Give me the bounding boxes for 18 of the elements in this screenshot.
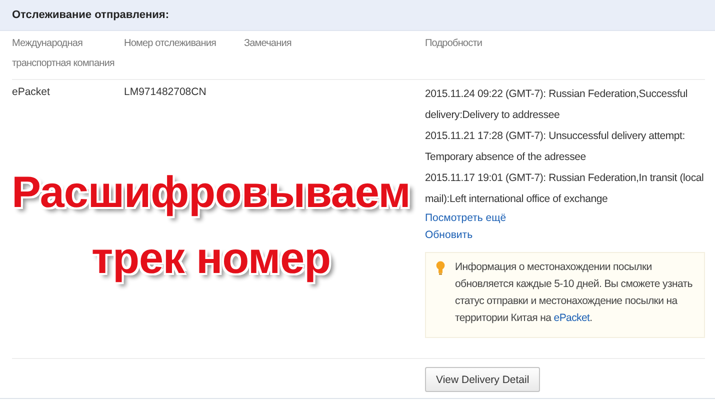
tracking-event: 2015.11.21 17:28 (GMT-7): Unsuccessful delivery attempt: Temporary absence of the adressee xyxy=(425,129,686,165)
column-header: Замечания xyxy=(244,38,292,49)
column-header: Подробности xyxy=(425,38,482,49)
tracking-event: 2015.11.17 19:01 (GMT-7): Russian Federation,In transit (local mail):Left international office of exchange xyxy=(425,171,705,207)
panel-title: Отслеживание отправления: xyxy=(12,9,169,21)
overlay-heading: трек номер xyxy=(92,233,330,285)
notice-text: Информация о местонахождении посылки обновляется каждые 5-10 дней. Вы сможете узнать статус отправки и местонахождение посылки на территории Китая на ePacket. xyxy=(455,260,694,326)
lightbulb-icon xyxy=(436,261,445,275)
tracking-number-cell: LM971482708CN xyxy=(124,86,206,98)
column-header: Номер отслеживания xyxy=(124,38,216,49)
view-delivery-detail-button[interactable]: View Delivery Detail xyxy=(425,367,540,392)
details-link[interactable]: Посмотреть ещё xyxy=(425,210,506,227)
overlay-heading: Расшифровываем xyxy=(12,167,410,219)
tracking-event: 2015.11.24 09:22 (GMT-7): Russian Federation,Successful delivery:Delivery to addressee xyxy=(425,87,689,123)
column-header: Международная транспортная компания xyxy=(12,38,114,69)
epacket-link[interactable]: ePacket xyxy=(554,312,590,324)
carrier-cell: ePacket xyxy=(12,86,50,98)
details-link[interactable]: Обновить xyxy=(425,227,473,244)
